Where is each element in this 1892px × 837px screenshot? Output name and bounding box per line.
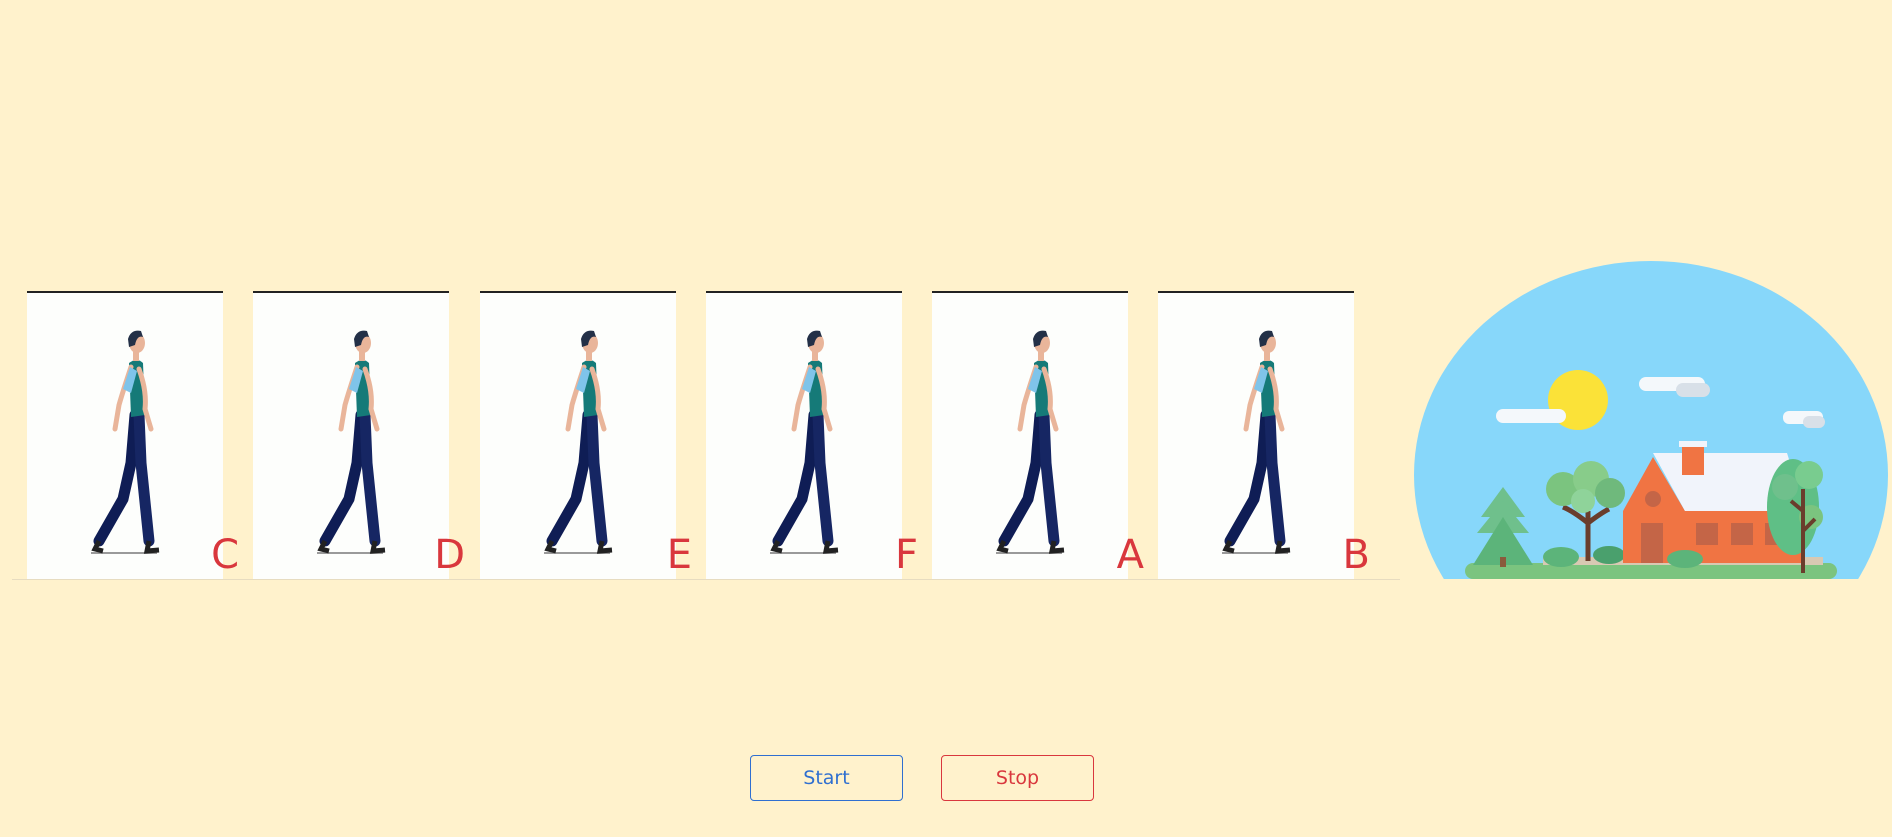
frame-label: A [1116, 532, 1144, 578]
walking-man-icon [996, 330, 1065, 554]
frame-label: B [1342, 532, 1370, 578]
walking-man-icon [544, 330, 613, 554]
house-landscape-icon [1414, 261, 1888, 579]
frame-e: E [480, 291, 692, 579]
frame-b: B [1158, 291, 1370, 579]
frame-d: D [253, 291, 465, 579]
frame-f: F [706, 291, 918, 579]
frame-label: E [666, 532, 692, 578]
walking-man-icon [770, 330, 839, 554]
walking-man-icon [91, 330, 160, 554]
frame-label: F [894, 532, 918, 578]
start-button[interactable]: Start [750, 755, 903, 801]
stop-button[interactable]: Stop [941, 755, 1094, 801]
walking-man-icon [1222, 330, 1291, 554]
ground-line [12, 579, 1400, 580]
walking-man-icon [317, 330, 386, 554]
frame-label: D [434, 532, 465, 578]
frame-a: A [932, 291, 1144, 579]
frame-c: C [27, 291, 239, 579]
frame-label: C [211, 532, 239, 578]
